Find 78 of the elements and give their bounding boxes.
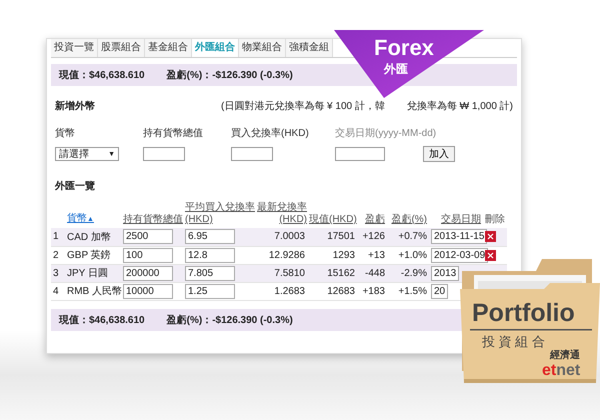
value-label: 現值	[59, 69, 79, 82]
holding-input[interactable]: 100	[123, 248, 173, 262]
profit-loss-amount: ：-$126.390 (-0.3%)	[202, 314, 293, 326]
rate-input[interactable]: 6.95	[185, 229, 235, 244]
column-header: 刪除	[485, 214, 505, 226]
column-header[interactable]: 平均買入兌換率 (HKD)	[185, 202, 255, 226]
column-header[interactable]: 持有貨幣總值	[123, 214, 183, 226]
profit-loss-label: 盈虧(%)	[166, 68, 202, 82]
date-input[interactable]: 2013-11-15	[431, 229, 488, 244]
table-cell: +183	[357, 282, 387, 300]
date-input[interactable]: 2012-03-09	[431, 248, 488, 262]
delete-button[interactable]	[485, 250, 496, 260]
table-cell: 17501	[307, 228, 357, 246]
holding-input[interactable]: 200000	[123, 266, 173, 280]
ribbon-title: Forex	[374, 37, 434, 59]
currency-cell: RMB 人民幣	[65, 282, 121, 300]
column-header[interactable]: 最新兌換率 (HKD)	[257, 202, 307, 226]
currency-cell: GBP 英鎊	[65, 246, 121, 264]
row-number: 3	[51, 264, 65, 282]
tab[interactable]: 投資一覽	[51, 39, 98, 57]
table-cell: 12683	[307, 282, 357, 300]
field-label: 貨幣	[55, 127, 75, 140]
date-input[interactable]: 2013	[431, 266, 460, 280]
rate-input[interactable]: 7.805	[185, 266, 235, 280]
table-cell: 1.2683	[255, 282, 307, 300]
field-label: 買入兌換率(HKD)	[231, 126, 309, 140]
table-cell: 1293	[307, 246, 357, 264]
section-title: 外匯一覽	[55, 180, 95, 193]
folder-subtitle: 投 資 組 合	[482, 335, 545, 348]
holding-input[interactable]: 10000	[123, 284, 173, 298]
input-field[interactable]	[335, 147, 385, 161]
table-cell: +1.0%	[387, 246, 429, 264]
column-header[interactable]: 現值(HKD)	[309, 214, 357, 226]
date-input[interactable]: 20	[431, 284, 448, 298]
tab[interactable]: 股票組合	[98, 39, 145, 57]
table-cell: +126	[357, 228, 387, 246]
currency-cell: JPY 日圓	[65, 264, 121, 282]
tab[interactable]: 強積金組	[286, 39, 333, 57]
table-cell: 15162	[307, 264, 357, 282]
rate-input[interactable]: 1.25	[185, 284, 235, 298]
logo-text: et	[542, 363, 556, 379]
table-cell: 7.0003	[255, 228, 307, 246]
holding-input[interactable]: 2500	[123, 229, 173, 244]
column-header[interactable]: 盈虧	[365, 214, 385, 226]
row-number: 4	[51, 282, 65, 300]
value-amount: ：$46,638.610	[79, 314, 145, 326]
logo-text: net	[556, 363, 580, 379]
input-field[interactable]	[231, 147, 273, 161]
profit-loss-amount: ：-$126.390 (-0.3%)	[202, 69, 293, 82]
currency-cell: CAD 加幣	[65, 228, 121, 246]
exchange-rate-note: (日圓對港元兌換率為每 ¥ 100 計，韓	[220, 100, 385, 113]
folder-title: Portfolio	[472, 301, 575, 326]
input-field[interactable]	[143, 147, 185, 161]
section-title: 新增外幣	[55, 99, 95, 113]
table-cell: 7.5810	[255, 264, 307, 282]
tab[interactable]: 物業組合	[239, 39, 286, 57]
brand-name: 經濟通	[550, 351, 580, 361]
profit-loss-label: 盈虧(%)	[166, 314, 202, 326]
delete-button[interactable]	[485, 231, 496, 242]
table-cell: -448	[357, 264, 387, 282]
value-label: 現值	[59, 314, 79, 326]
ribbon-subtitle: 外匯	[384, 63, 408, 75]
rate-input[interactable]: 12.8	[185, 248, 235, 262]
table-cell: 12.9286	[255, 246, 307, 264]
table-cell: -2.9%	[387, 264, 429, 282]
add-button[interactable]: 加入	[423, 146, 455, 162]
row-number: 2	[51, 246, 65, 264]
row-number: 1	[51, 228, 65, 246]
column-header[interactable]: 盈虧(%)	[391, 214, 427, 226]
exchange-rate-note: 兌換率為每 ₩ 1,000 計)	[406, 100, 513, 113]
field-label: 持有貨幣總值	[143, 126, 203, 140]
tab[interactable]: 基金組合	[145, 39, 192, 57]
field-label: 交易日期(yyyy-MM-dd)	[335, 126, 436, 140]
table-cell: +1.5%	[387, 282, 429, 300]
table-cell: +0.7%	[387, 228, 429, 246]
table-cell: +13	[357, 246, 387, 264]
value-amount: ：$46,638.610	[79, 69, 145, 82]
column-header[interactable]: 交易日期	[441, 214, 481, 226]
